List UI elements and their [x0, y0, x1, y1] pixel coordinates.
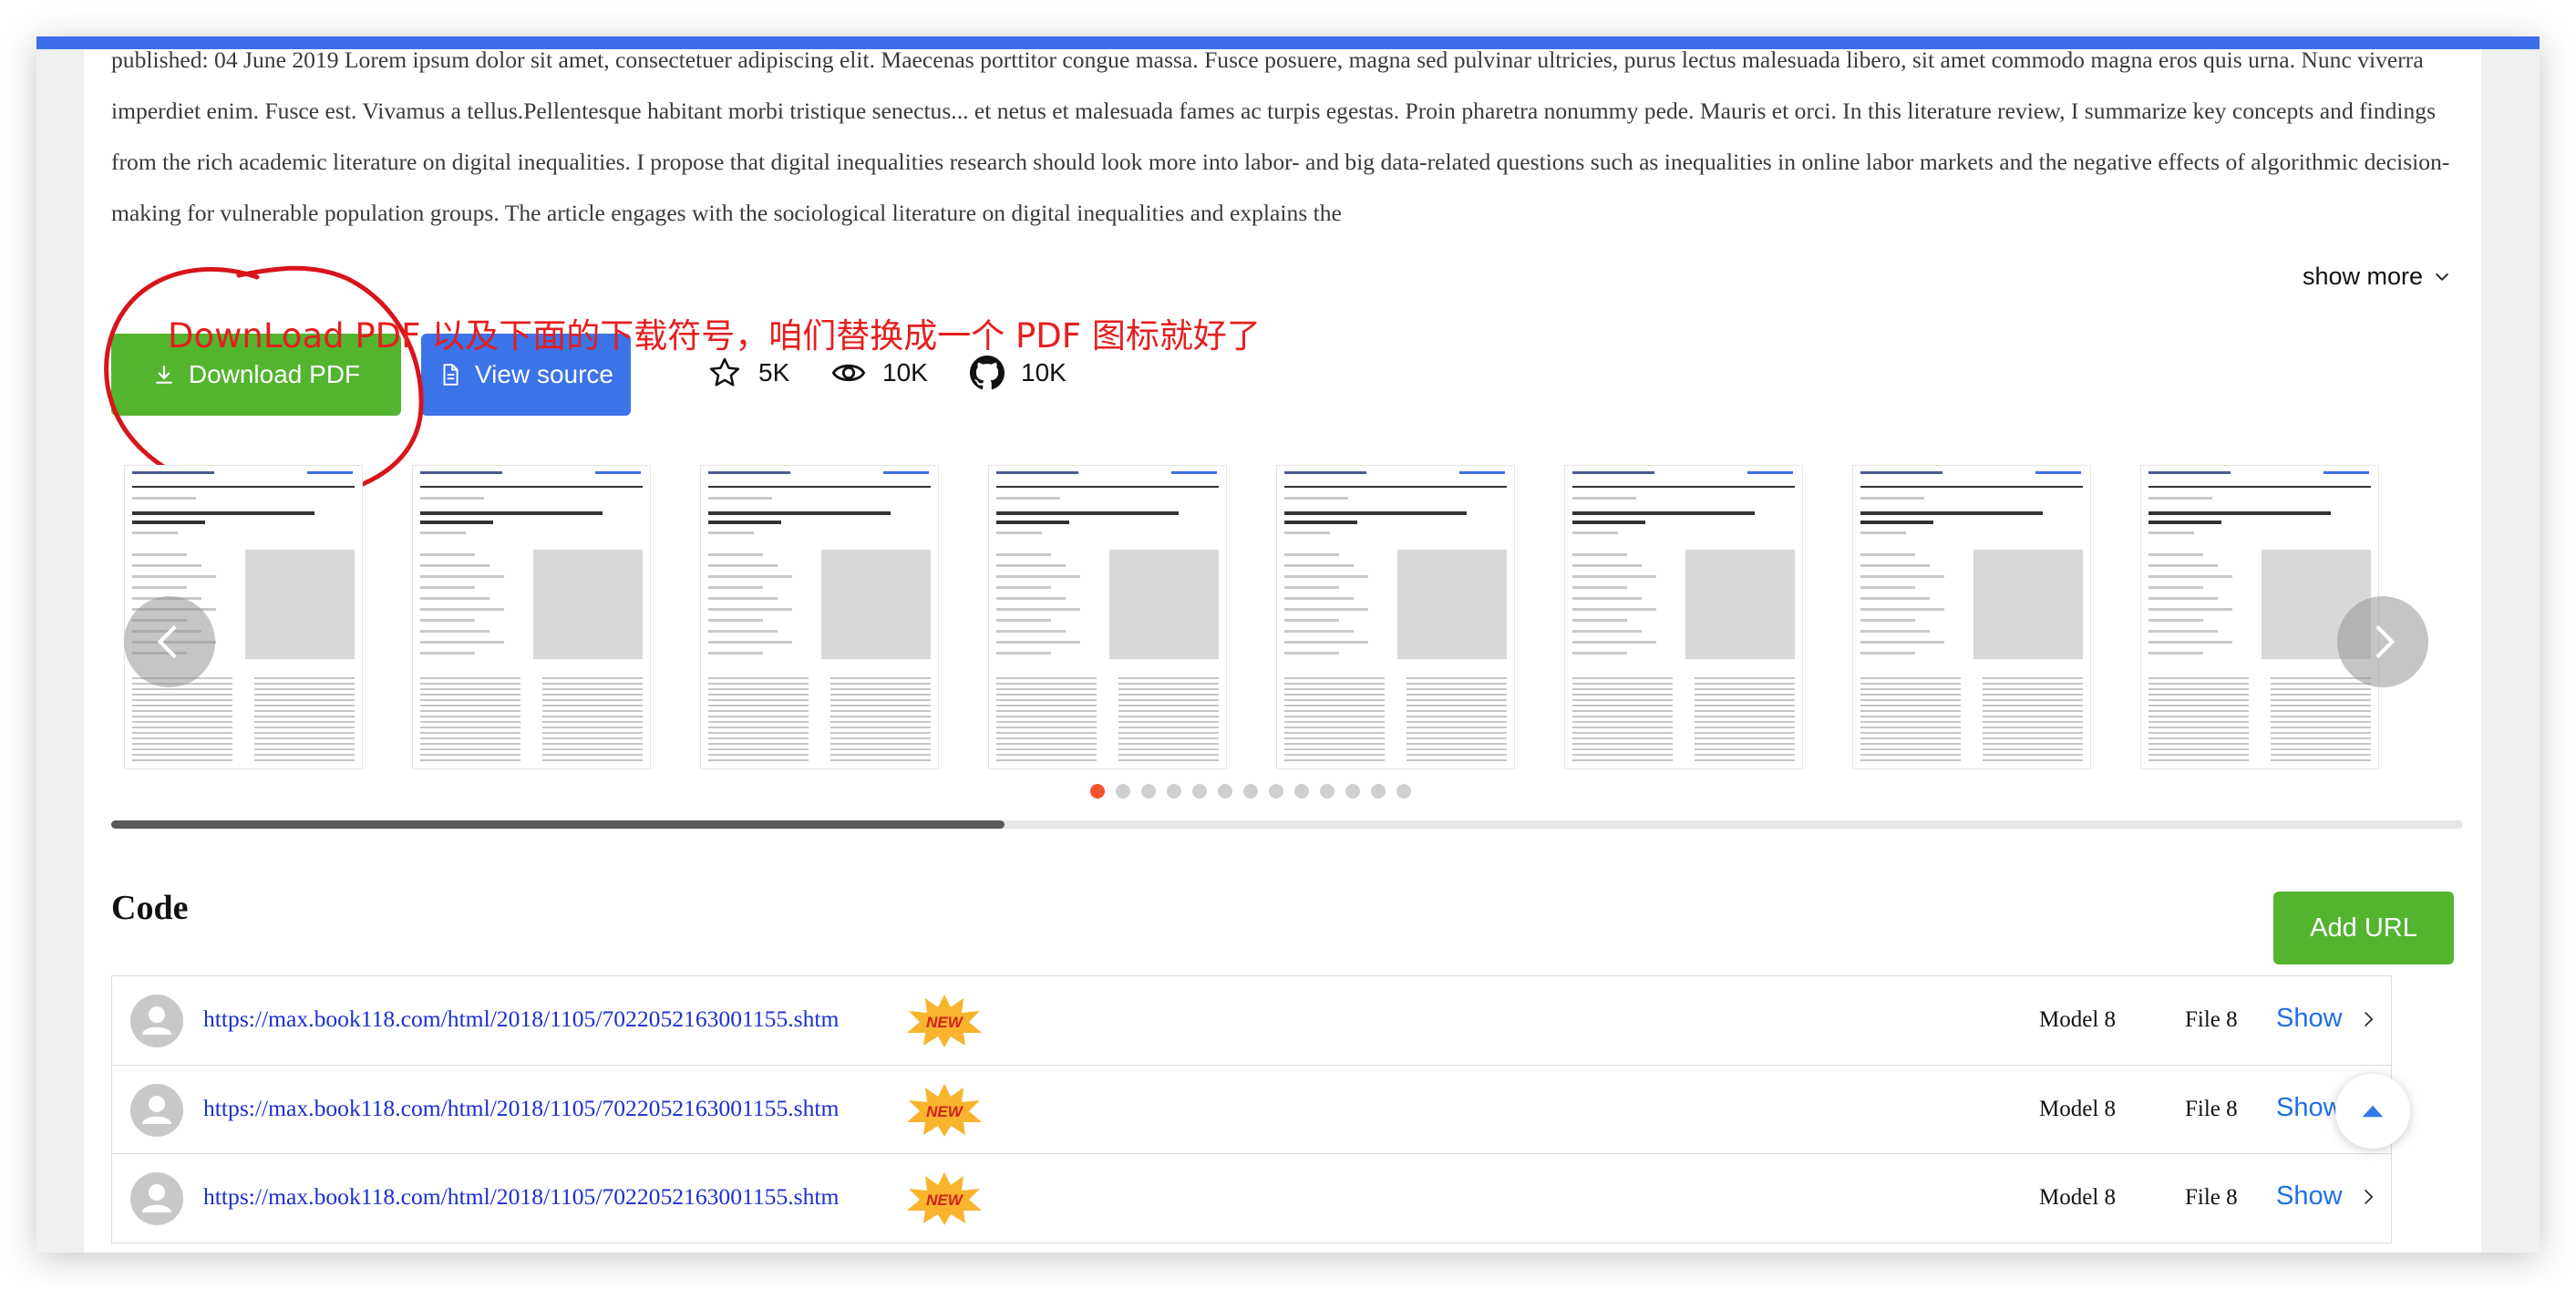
- user-avatar-icon: [142, 1096, 171, 1124]
- pdf-page-thumbnail[interactable]: [1276, 465, 1515, 769]
- code-url-link[interactable]: https://max.book118.com/html/2018/1105/7…: [203, 1095, 839, 1122]
- carousel-dot[interactable]: [1269, 784, 1283, 799]
- show-label: Show: [2276, 1181, 2343, 1211]
- code-url-link[interactable]: https://max.book118.com/html/2018/1105/7…: [203, 1005, 839, 1033]
- carousel-dot[interactable]: [1141, 784, 1156, 799]
- carousel-dot[interactable]: [1371, 784, 1386, 799]
- pdf-page-thumbnail[interactable]: [1852, 465, 2091, 769]
- pdf-page-thumbnail[interactable]: [412, 465, 651, 769]
- code-row: https://max.book118.com/html/2018/1105/7…: [112, 1153, 2391, 1242]
- avatar: [130, 1172, 183, 1225]
- new-badge-label: NEW: [926, 1103, 964, 1120]
- pdf-preview-carousel[interactable]: [111, 459, 2463, 842]
- file-count: File 8: [2185, 1185, 2238, 1210]
- model-count: Model 8: [2039, 1185, 2117, 1210]
- show-button[interactable]: Show: [2276, 1004, 2377, 1034]
- show-more-label: show more: [2302, 263, 2423, 290]
- show-label: Show: [2276, 1004, 2343, 1033]
- view-source-label: View source: [474, 360, 613, 388]
- carousel-dot[interactable]: [1294, 784, 1309, 799]
- show-more-toggle[interactable]: show more: [2303, 263, 2452, 291]
- code-row: https://max.book118.com/html/2018/1105/7…: [112, 1065, 2391, 1153]
- back-to-top-button[interactable]: [2335, 1074, 2410, 1149]
- new-badge-icon: NEW: [907, 995, 982, 1047]
- user-avatar-icon: [142, 1184, 171, 1212]
- new-badge-label: NEW: [926, 1191, 964, 1209]
- carousel-dot[interactable]: [1167, 784, 1181, 799]
- chevron-right-icon: [2364, 1189, 2374, 1204]
- annotation-note: DownLoad PDF 以及下面的下载符号，咱们替换成一个 PDF 图标就好了: [168, 316, 1261, 356]
- user-avatar-icon: [142, 1006, 171, 1035]
- add-url-button[interactable]: Add URL: [2273, 892, 2454, 964]
- chevron-right-icon: [2375, 624, 2396, 659]
- carousel-dot[interactable]: [1192, 784, 1207, 799]
- arrow-up-icon: [2362, 1105, 2384, 1118]
- file-count: File 8: [2185, 1007, 2238, 1032]
- new-badge-label: NEW: [926, 1014, 964, 1031]
- new-badge-icon: NEW: [907, 1172, 982, 1225]
- show-button[interactable]: Show: [2276, 1181, 2377, 1212]
- carousel-dot[interactable]: [1090, 784, 1105, 799]
- carousel-dot[interactable]: [1116, 784, 1130, 799]
- eye-icon: [831, 364, 866, 382]
- carousel-dot[interactable]: [1345, 784, 1360, 799]
- pdf-page-thumbnail[interactable]: [988, 465, 1227, 769]
- model-count: Model 8: [2039, 1097, 2117, 1121]
- view-count: 10K: [882, 358, 928, 387]
- new-badge-icon: NEW: [907, 1084, 982, 1137]
- code-section-title: Code: [111, 889, 189, 927]
- model-count: Model 8: [2039, 1007, 2117, 1032]
- pdf-page-thumbnail[interactable]: [700, 465, 939, 769]
- file-count: File 8: [2185, 1097, 2238, 1121]
- carousel-next-button[interactable]: [2337, 596, 2428, 687]
- show-label: Show: [2276, 1093, 2343, 1122]
- chevron-left-icon: [157, 624, 177, 659]
- abstract-text: published: 04 June 2019 Lorem ipsum dolo…: [111, 46, 2450, 226]
- star-icon: [709, 357, 740, 387]
- chevron-down-icon: [2435, 273, 2449, 281]
- browser-page: published: 04 June 2019 Lorem ipsum dolo…: [36, 36, 2540, 1253]
- github-count: 10K: [1021, 358, 1066, 387]
- paper-detail-panel: published: 04 June 2019 Lorem ipsum dolo…: [84, 46, 2481, 1253]
- star-count: 5K: [758, 358, 790, 387]
- code-row: https://max.book118.com/html/2018/1105/7…: [112, 976, 2391, 1064]
- chevron-right-icon: [2364, 1011, 2374, 1026]
- carousel-dot[interactable]: [1396, 784, 1411, 799]
- carousel-scrollbar[interactable]: [111, 820, 2463, 829]
- code-list: https://max.book118.com/html/2018/1105/7…: [111, 975, 2392, 1243]
- carousel-prev-button[interactable]: [124, 596, 215, 687]
- carousel-scrollbar-thumb[interactable]: [111, 820, 1005, 829]
- carousel-dot[interactable]: [1218, 784, 1232, 799]
- carousel-dot[interactable]: [1320, 784, 1334, 799]
- carousel-dots: [1090, 784, 1411, 799]
- pdf-page-thumbnail[interactable]: [1564, 465, 1803, 769]
- github-icon: [970, 356, 1005, 390]
- avatar: [130, 995, 183, 1047]
- avatar: [130, 1084, 183, 1137]
- carousel-dot[interactable]: [1243, 784, 1258, 799]
- code-url-link[interactable]: https://max.book118.com/html/2018/1105/7…: [203, 1183, 839, 1211]
